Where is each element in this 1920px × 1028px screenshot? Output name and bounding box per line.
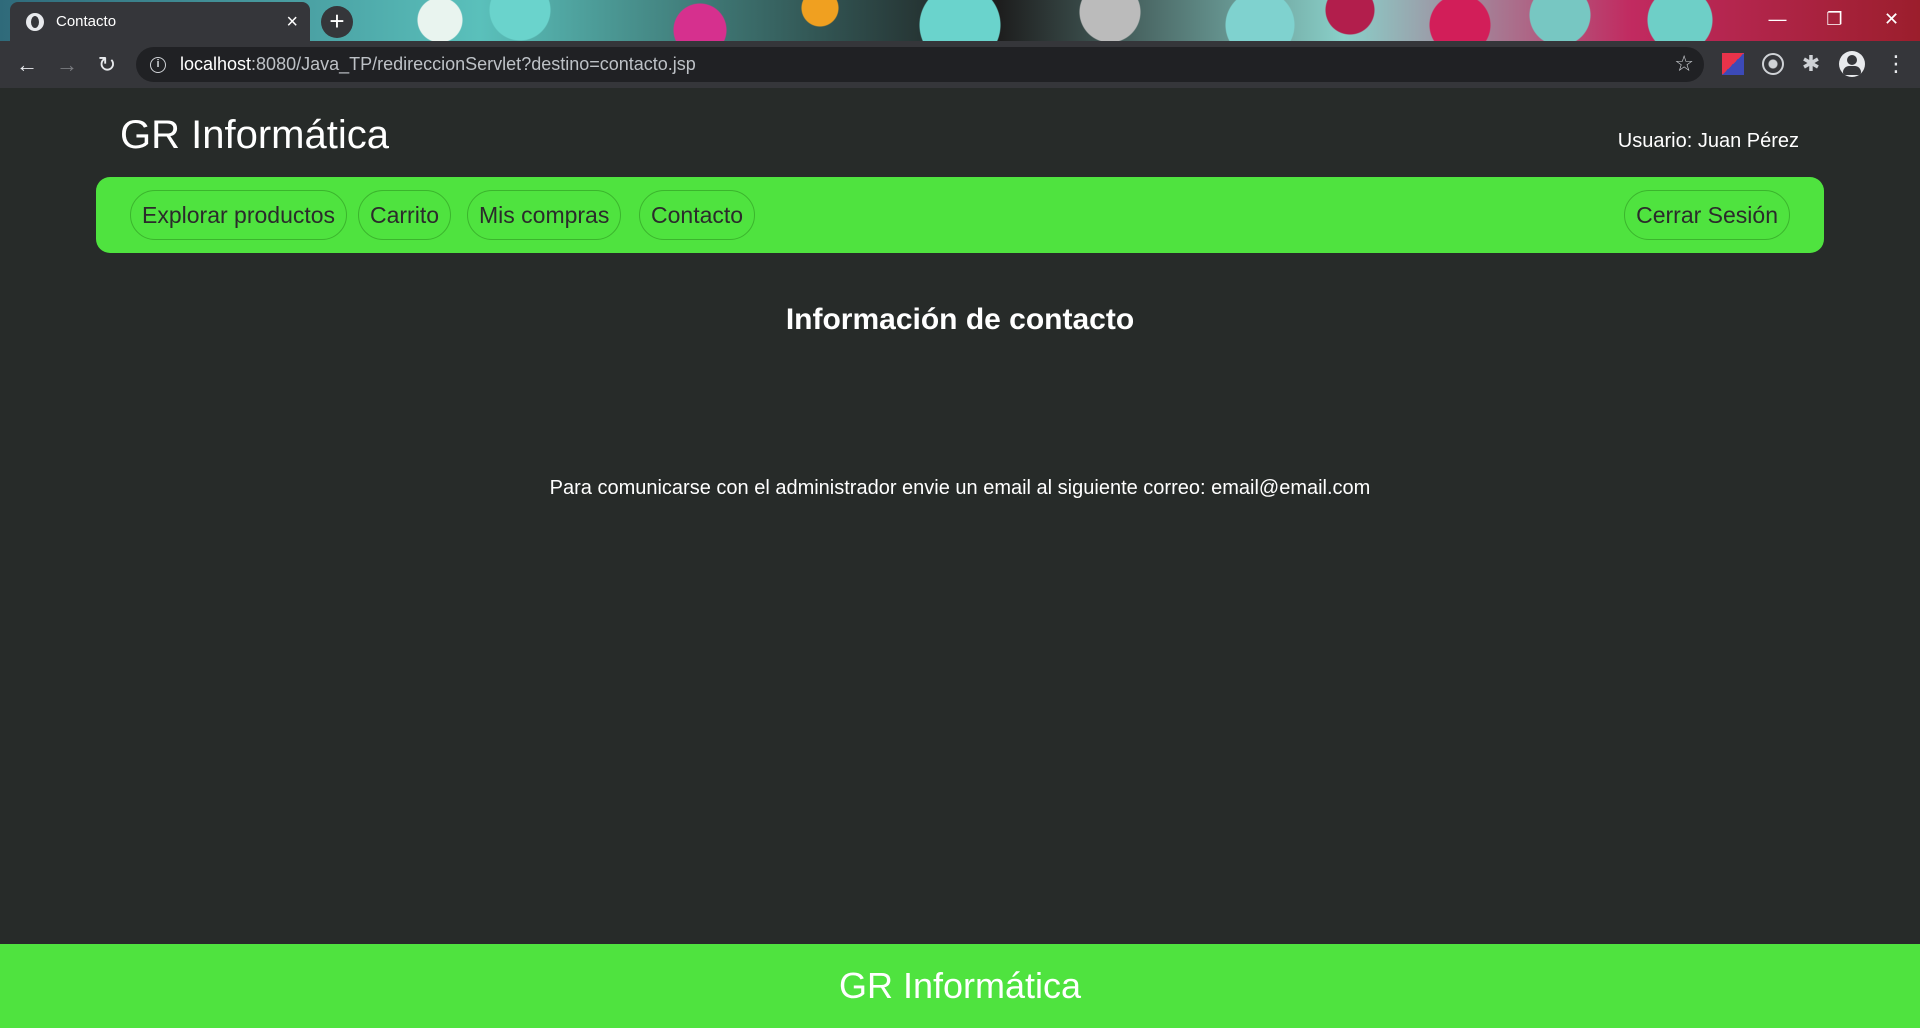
site-info-icon[interactable]: i [150,56,166,73]
nav-contacto[interactable]: Contacto [639,190,756,240]
close-tab-icon[interactable]: × [286,12,298,32]
url-text: localhost:8080/Java_TP/redireccionServle… [180,54,696,75]
bookmark-star-icon[interactable]: ☆ [1674,51,1694,77]
footer-title: GR Informática [0,944,1920,1028]
reload-button[interactable]: ↻ [87,41,127,88]
browser-menu-icon[interactable]: ⋮ [1885,50,1907,78]
nav-mis-compras[interactable]: Mis compras [467,190,622,240]
new-tab-button[interactable]: + [321,6,353,38]
logout-button[interactable]: Cerrar Sesión [1624,190,1790,240]
minimize-window-button[interactable]: — [1749,0,1806,41]
extensions-puzzle-icon[interactable]: ✱ [1800,53,1822,75]
restore-window-button[interactable]: ❐ [1806,0,1863,41]
record-extension-icon[interactable] [1762,53,1784,75]
user-label: Usuario: Juan Pérez [1617,130,1799,152]
profile-avatar-icon[interactable] [1839,51,1865,77]
site-title: GR Informática [120,113,389,157]
browser-tab[interactable]: Contacto × [10,2,310,41]
tab-title: Contacto [56,13,117,30]
back-button[interactable]: ← [7,41,47,88]
browser-toolbar: ← → ↻ i localhost:8080/Java_TP/redirecci… [0,41,1920,88]
forward-button[interactable]: → [47,41,87,88]
extension-icon[interactable] [1722,53,1744,75]
contact-text: Para comunicarse con el administrador en… [549,477,1371,499]
url-host: localhost [180,54,252,74]
address-bar[interactable]: i localhost:8080/Java_TP/redireccionServ… [136,47,1704,82]
globe-icon [26,12,44,31]
page-heading: Información de contacto [785,303,1135,336]
main-navbar: Explorar productos Carrito Mis compras C… [96,177,1824,253]
close-window-button[interactable]: ✕ [1863,0,1920,41]
nav-carrito[interactable]: Carrito [358,190,452,240]
url-path: :8080/Java_TP/redireccionServlet?destino… [251,54,696,74]
nav-explorar-productos[interactable]: Explorar productos [130,190,348,240]
